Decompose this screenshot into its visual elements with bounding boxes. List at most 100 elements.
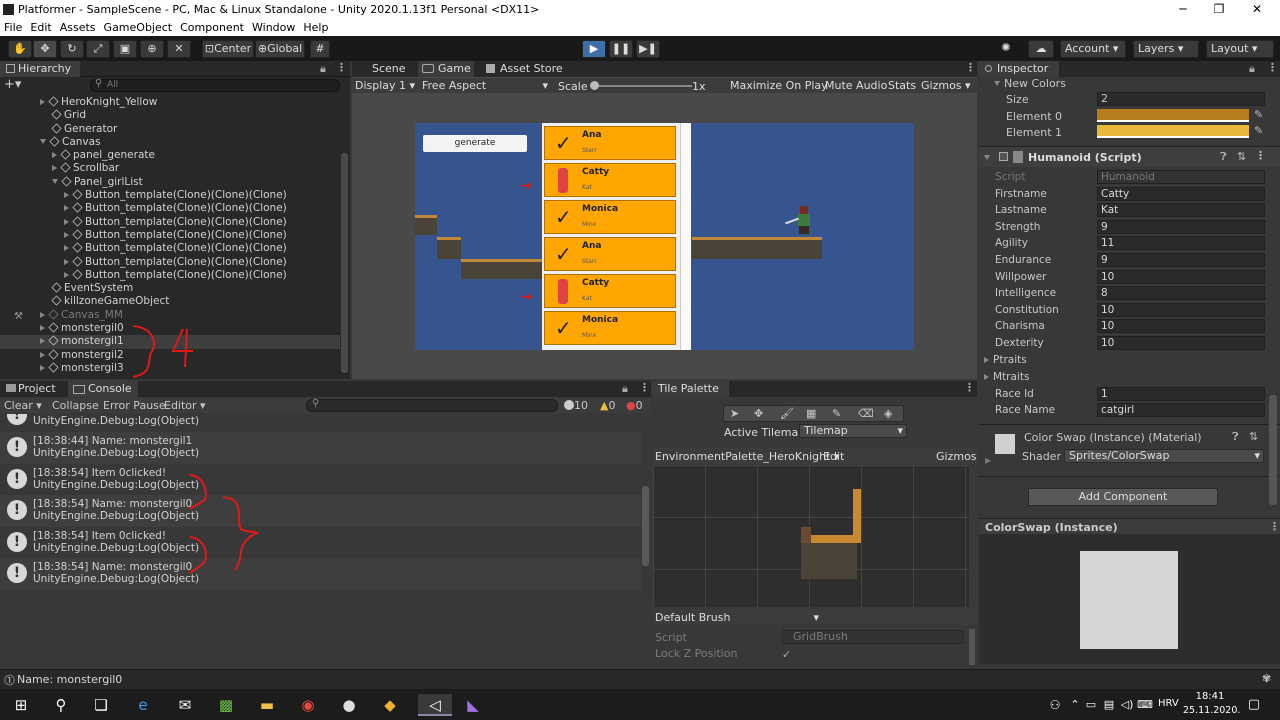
- size-field[interactable]: 2: [1097, 92, 1265, 106]
- language-indicator[interactable]: HRV: [1158, 698, 1179, 709]
- mtraits-foldout[interactable]: Mtraits: [979, 369, 1280, 386]
- mute-audio-toggle[interactable]: Mute Audio: [825, 79, 887, 92]
- lock-icon[interactable]: 🔒︎: [622, 382, 628, 396]
- tree-item[interactable]: Button_template(Clone)(Clone)(Clone): [0, 229, 340, 242]
- editor-dropdown[interactable]: Editor ▾: [164, 399, 206, 412]
- lock-icon[interactable]: 🔒︎: [1249, 62, 1255, 76]
- browser-icon[interactable]: ●: [338, 694, 360, 716]
- tree-item[interactable]: Generator: [0, 123, 340, 136]
- field-lastname[interactable]: Lastname Kat: [979, 202, 1280, 219]
- picker-icon[interactable]: ✎: [832, 407, 841, 420]
- collab-icon[interactable]: ✺: [995, 40, 1017, 58]
- warning-count[interactable]: ▲0: [600, 399, 615, 412]
- keyboard-icon[interactable]: ⌨: [1134, 694, 1156, 716]
- status-text[interactable]: Name: monstergil0: [17, 673, 122, 686]
- app-icon[interactable]: ◉: [297, 694, 319, 716]
- tree-item[interactable]: Button_template(Clone)(Clone)(Clone): [0, 216, 340, 229]
- log-entry[interactable]: ! [18:38:54] Name: monstergil0 UnityEngine…: [0, 558, 641, 590]
- tree-item[interactable]: Grid: [0, 109, 340, 122]
- clock-time[interactable]: 18:41: [1187, 691, 1233, 702]
- collapse-button[interactable]: Collapse: [52, 399, 99, 412]
- tile[interactable]: [853, 489, 861, 541]
- visibility-icon[interactable]: ⚒: [14, 311, 23, 322]
- eyedropper-icon[interactable]: ✎: [1254, 108, 1263, 121]
- hierarchy-search-input[interactable]: All: [90, 79, 340, 92]
- menu-file[interactable]: File: [0, 20, 26, 34]
- color-field-element1[interactable]: [1097, 125, 1249, 138]
- tree-item[interactable]: EventSystem: [0, 282, 340, 295]
- file-explorer-icon[interactable]: ▬: [256, 694, 278, 716]
- hand-tool-icon[interactable]: ✋: [8, 40, 32, 58]
- checkbox-icon[interactable]: [999, 152, 1008, 161]
- preset-icon[interactable]: ⇅: [1249, 430, 1258, 443]
- tree-item-disabled[interactable]: Canvas_MM: [0, 309, 340, 322]
- layout-dropdown[interactable]: Layout ▾: [1206, 40, 1274, 58]
- clock-date[interactable]: 25.11.2020.: [1183, 705, 1240, 716]
- fill-icon[interactable]: ◈: [884, 407, 892, 420]
- field-endurance[interactable]: Endurance 9: [979, 252, 1280, 269]
- field-firstname[interactable]: Firstname Catty: [979, 186, 1280, 203]
- notification-icon[interactable]: ▢: [1243, 694, 1265, 716]
- active-tilemap-dropdown[interactable]: Tilemap ▾: [799, 424, 907, 438]
- pivot-global-button[interactable]: ⊕Global: [255, 40, 305, 58]
- tree-item[interactable]: Button_template(Clone)(Clone)(Clone): [0, 189, 340, 202]
- scale-tool-icon[interactable]: ⤢: [86, 40, 110, 58]
- field-race-id[interactable]: Race Id 1: [979, 386, 1280, 403]
- field-constitution[interactable]: Constitution 10: [979, 302, 1280, 319]
- inspector-scrollbar[interactable]: [1269, 395, 1277, 505]
- lockz-checkbox[interactable]: ✓: [782, 648, 791, 661]
- tree-item[interactable]: Button_template(Clone)(Clone)(Clone): [0, 256, 340, 269]
- help-icon[interactable]: ❓︎: [1232, 430, 1239, 444]
- clear-button[interactable]: Clear ▾: [4, 399, 42, 412]
- palette-grid[interactable]: [653, 465, 969, 607]
- tree-item[interactable]: Panel_girlList: [0, 176, 340, 189]
- hierarchy-scrollbar[interactable]: [341, 153, 348, 373]
- character-card[interactable]: ✓ Monica Minx: [544, 311, 676, 345]
- console-search-input[interactable]: [306, 399, 558, 412]
- color-field-element0[interactable]: [1097, 109, 1249, 122]
- palette-dropdown[interactable]: EnvironmentPalette_HeroKnight ▾: [655, 450, 839, 463]
- log-count[interactable]: 10: [564, 399, 588, 412]
- close-button[interactable]: ✕: [1234, 0, 1280, 20]
- more-menu-icon[interactable]: ⋮: [1269, 520, 1280, 533]
- visual-studio-icon[interactable]: ◣: [462, 694, 484, 716]
- tree-item[interactable]: Button_template(Clone)(Clone)(Clone): [0, 202, 340, 215]
- generate-button[interactable]: generate: [423, 135, 527, 152]
- tab-scene[interactable]: Scene: [356, 61, 416, 77]
- tree-item[interactable]: panel_generate: [0, 149, 340, 162]
- play-button[interactable]: ▶: [582, 40, 606, 58]
- field-dexterity[interactable]: Dexterity 10: [979, 335, 1280, 352]
- log-entry[interactable]: ! [18:38:54] Item 0clicked! UnityEngine.De…: [0, 464, 641, 496]
- move-tool-icon[interactable]: ✥: [754, 407, 763, 420]
- pause-button[interactable]: ❚❚: [609, 40, 633, 58]
- eyedropper-icon[interactable]: ✎: [1254, 124, 1263, 137]
- more-menu-icon[interactable]: ⋮: [1255, 149, 1266, 162]
- preview-header[interactable]: ColorSwap (Instance) ⋮: [979, 518, 1280, 534]
- sublime-icon[interactable]: ◆: [379, 694, 401, 716]
- menu-assets[interactable]: Assets: [56, 20, 100, 34]
- people-icon[interactable]: ⚇: [1044, 694, 1066, 716]
- field-agility[interactable]: Agility 11: [979, 235, 1280, 252]
- mail-icon[interactable]: ✉: [174, 694, 196, 716]
- unity-taskbar-icon[interactable]: ◁: [418, 694, 452, 716]
- field-intelligence[interactable]: Intelligence 8: [979, 285, 1280, 302]
- select-tool-icon[interactable]: ➤: [730, 407, 739, 420]
- menu-window[interactable]: Window: [248, 20, 299, 34]
- field-strength[interactable]: Strength 9: [979, 219, 1280, 236]
- more-menu-icon[interactable]: ⋮: [1267, 61, 1278, 74]
- tile[interactable]: [801, 543, 857, 579]
- ptraits-foldout[interactable]: Ptraits: [979, 352, 1280, 369]
- tree-item[interactable]: Scrollbar: [0, 162, 340, 175]
- pivot-center-button[interactable]: ⊡Center: [202, 40, 254, 58]
- field-willpower[interactable]: Willpower 10: [979, 269, 1280, 286]
- preset-icon[interactable]: ⇅: [1237, 150, 1246, 163]
- component-header[interactable]: Humanoid (Script) ❓︎ ⇅ ⋮: [979, 147, 1280, 167]
- maximize-on-play-toggle[interactable]: Maximize On Play: [730, 79, 828, 92]
- menu-help[interactable]: Help: [299, 20, 332, 34]
- more-menu-icon[interactable]: ⋮: [336, 61, 347, 74]
- menu-edit[interactable]: Edit: [26, 20, 55, 34]
- display-dropdown[interactable]: Display 1 ▾: [355, 79, 415, 92]
- rotate-tool-icon[interactable]: ↻: [60, 40, 84, 58]
- box-fill-icon[interactable]: ▦: [806, 407, 816, 420]
- collapse-arrow-icon[interactable]: ▶: [985, 456, 991, 465]
